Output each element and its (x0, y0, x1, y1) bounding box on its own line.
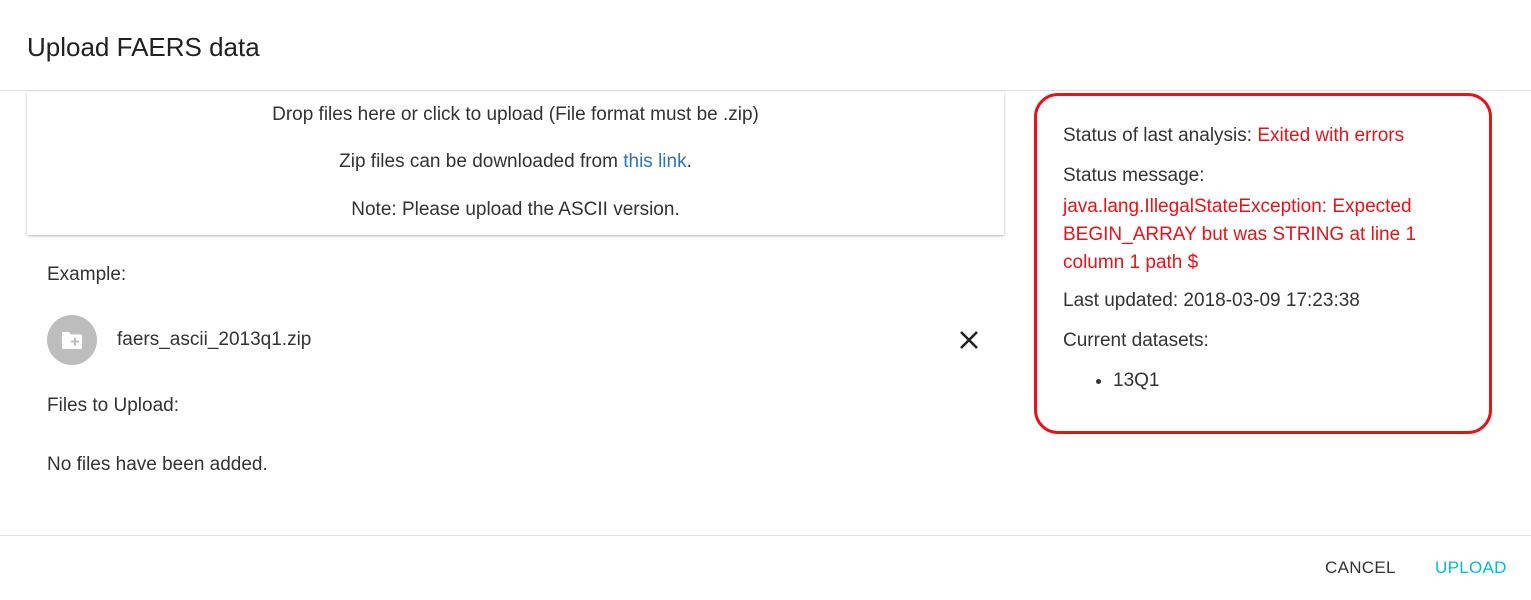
dataset-item: 13Q1 (1113, 368, 1159, 394)
dropzone-instruction: Drop files here or click to upload (File… (272, 104, 759, 125)
dialog-footer: CANCEL UPLOAD (0, 535, 1531, 600)
dropzone-download-line: Zip files can be downloaded from this li… (27, 151, 1004, 173)
close-icon[interactable] (957, 328, 981, 352)
analysis-status-panel: Status of last analysis: Exited with err… (1034, 93, 1492, 434)
download-prefix: Zip files can be downloaded from (339, 151, 624, 172)
folder-add-icon (62, 332, 82, 349)
last-updated: Last updated: 2018-03-09 17:23:38 (1063, 290, 1360, 311)
current-datasets-label: Current datasets: (1063, 330, 1209, 351)
example-file-name: faers_ascii_2013q1.zip (117, 329, 312, 350)
dropzone-note: Note: Please upload the ASCII version. (351, 199, 680, 220)
upload-button[interactable]: UPLOAD (1435, 558, 1507, 578)
last-analysis-label: Status of last analysis: (1063, 125, 1258, 146)
download-suffix: . (686, 151, 692, 172)
example-file-item: faers_ascii_2013q1.zip (47, 315, 987, 365)
file-dropzone[interactable]: Drop files here or click to upload (File… (27, 92, 1004, 235)
dialog-header: Upload FAERS data (0, 0, 1531, 91)
last-analysis-status: Status of last analysis: Exited with err… (1063, 125, 1404, 147)
files-to-upload-label: Files to Upload: (47, 395, 180, 416)
upload-dialog: Upload FAERS data Drop files here or cli… (0, 0, 1531, 600)
cancel-button[interactable]: CANCEL (1325, 558, 1396, 578)
last-analysis-value: Exited with errors (1257, 125, 1405, 146)
no-files-message: No files have been added. (47, 454, 268, 475)
status-message-label: Status message: (1063, 165, 1205, 186)
file-avatar (47, 315, 97, 365)
status-message-value: java.lang.IllegalStateException: Expecte… (1063, 196, 1417, 273)
dialog-title: Upload FAERS data (27, 32, 260, 62)
example-label: Example: (47, 264, 127, 285)
dataset-list: 13Q1 (1063, 368, 1159, 394)
download-link[interactable]: this link (623, 151, 686, 172)
